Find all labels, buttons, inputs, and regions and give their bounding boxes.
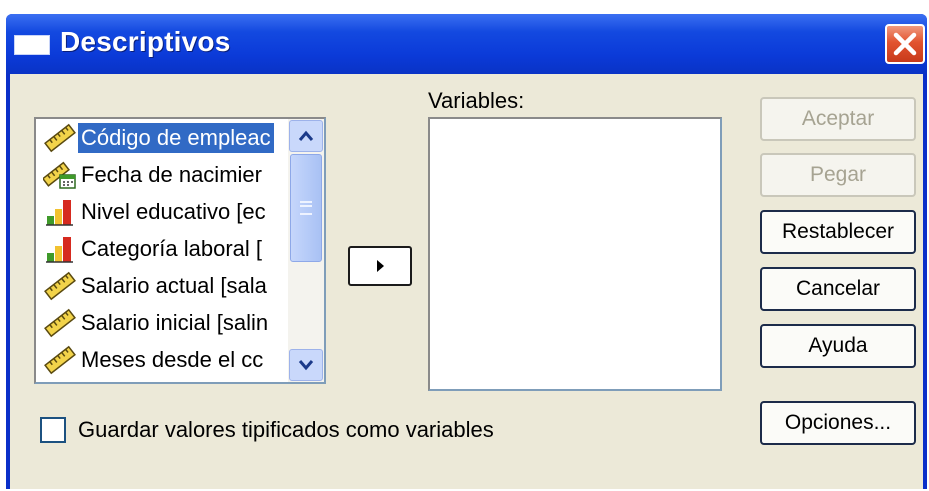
scale-ruler-icon — [42, 122, 78, 154]
variables-list[interactable] — [428, 117, 722, 391]
list-item-label: Categoría laboral [ — [81, 235, 262, 261]
source-variable-list[interactable]: Código de empleac Fecha de nacimier Nive… — [34, 117, 326, 384]
save-standardized-option[interactable]: Guardar valores tipificados como variabl… — [40, 417, 494, 443]
scroll-down-button[interactable] — [289, 349, 323, 381]
list-item-label: Salario actual [sala — [81, 272, 267, 298]
options-button[interactable]: Opciones... — [760, 401, 916, 445]
accept-button[interactable]: Aceptar — [760, 97, 916, 141]
move-to-variables-button[interactable] — [348, 246, 412, 286]
arrow-right-icon — [377, 260, 384, 272]
save-standardized-checkbox[interactable] — [40, 417, 66, 443]
save-standardized-label: Guardar valores tipificados como variabl… — [78, 417, 494, 442]
close-button[interactable] — [885, 24, 925, 64]
list-item[interactable]: Código de empleac — [36, 119, 288, 156]
list-item-label: Salario inicial [salin — [81, 309, 269, 335]
date-ruler-icon — [42, 159, 78, 191]
list-item[interactable]: Nivel educativo [ec — [36, 193, 288, 230]
scale-ruler-icon — [42, 270, 78, 302]
list-items: Código de empleac Fecha de nacimier Nive… — [36, 119, 288, 382]
help-button[interactable]: Ayuda — [760, 324, 916, 368]
scale-ruler-icon — [42, 344, 78, 376]
grip-icon — [300, 201, 312, 215]
list-item[interactable]: Salario actual [sala — [36, 267, 288, 304]
title-bar[interactable]: Descriptivos — [6, 14, 927, 74]
list-item[interactable]: Salario inicial [salin — [36, 304, 288, 341]
dialog-body: Código de empleac Fecha de nacimier Nive… — [10, 74, 923, 489]
paste-button[interactable]: Pegar — [760, 153, 916, 197]
cancel-button[interactable]: Cancelar — [760, 267, 916, 311]
list-item-label: Fecha de nacimier — [81, 161, 262, 187]
window-icon — [14, 35, 50, 55]
list-item[interactable]: Meses desde el cc — [36, 341, 288, 378]
chevron-down-icon — [298, 360, 314, 371]
dialog-window: Descriptivos Código de empleac Fecha de … — [6, 14, 927, 489]
list-item-label: Meses desde el cc — [81, 346, 264, 372]
vertical-scrollbar[interactable] — [288, 119, 324, 382]
ordinal-bars-icon — [42, 196, 78, 228]
ordinal-bars-icon — [42, 233, 78, 265]
chevron-up-icon — [298, 130, 314, 141]
variables-label: Variables: — [428, 88, 525, 113]
close-icon — [893, 32, 917, 56]
window-title: Descriptivos — [60, 26, 231, 57]
list-item[interactable]: Fecha de nacimier — [36, 156, 288, 193]
list-item-label: Código de empleac — [78, 122, 274, 153]
list-item-label: Nivel educativo [ec — [81, 198, 266, 224]
scroll-thumb[interactable] — [290, 154, 322, 262]
reset-button[interactable]: Restablecer — [760, 210, 916, 254]
scale-ruler-icon — [42, 307, 78, 339]
list-item[interactable]: Categoría laboral [ — [36, 230, 288, 267]
scroll-up-button[interactable] — [289, 120, 323, 152]
